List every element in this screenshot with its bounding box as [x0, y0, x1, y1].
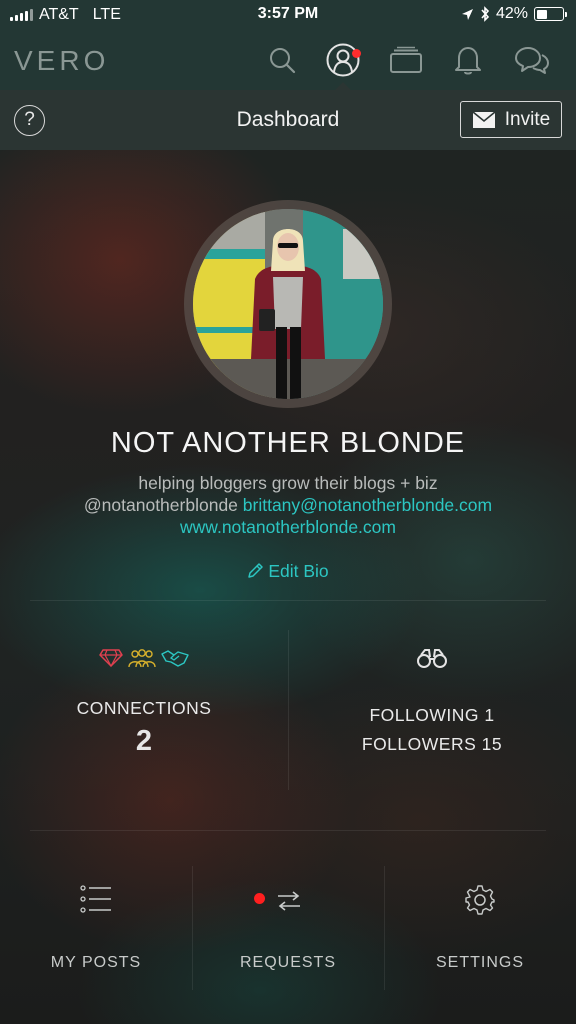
following-row[interactable]: FOLLOWING 1 [288, 705, 576, 726]
connections-label: CONNECTIONS [76, 698, 212, 718]
battery-icon [534, 7, 567, 21]
bell-icon[interactable] [448, 40, 488, 80]
follow-panel[interactable]: FOLLOWING 1 FOLLOWERS 15 [288, 640, 576, 790]
dashboard-header: ? Dashboard Invite [0, 90, 576, 150]
followers-count: 15 [481, 734, 503, 754]
group-icon [128, 649, 156, 668]
edit-bio-label: Edit Bio [268, 561, 329, 581]
avatar[interactable] [193, 209, 383, 399]
connections-panel[interactable]: CONNECTIONS 2 [0, 640, 288, 790]
binoculars-icon [417, 649, 447, 668]
status-bar: AT&T LTE 3:57 PM 42% [0, 0, 576, 30]
edit-bio-button[interactable]: Edit Bio [0, 561, 576, 582]
requests-label: REQUESTS [239, 954, 336, 971]
my-posts-label: MY POSTS [50, 954, 142, 971]
help-button[interactable]: ? [14, 105, 45, 136]
bio-text: helping bloggers grow their blogs + biz [138, 473, 438, 493]
pencil-icon [248, 563, 264, 578]
profile-bio-block: helping bloggers grow their blogs + biz … [0, 472, 576, 538]
gear-icon [465, 885, 495, 915]
swap-arrows-icon [278, 891, 300, 911]
bluetooth-icon [481, 6, 490, 22]
connections-count: 2 [135, 725, 153, 757]
search-icon[interactable] [262, 40, 302, 80]
settings-button[interactable]: SETTINGS [384, 862, 576, 992]
email-link[interactable]: brittany@notanotherblonde.com [243, 495, 492, 515]
notification-dot [254, 893, 265, 904]
followers-row[interactable]: FOLLOWERS 15 [288, 734, 576, 755]
collections-icon[interactable] [386, 40, 426, 80]
divider [30, 830, 546, 831]
invite-label: Invite [504, 108, 551, 130]
followers-label: FOLLOWERS [361, 734, 477, 754]
settings-label: SETTINGS [435, 954, 524, 971]
website-link[interactable]: www.notanotherblonde.com [0, 516, 576, 538]
vero-logo[interactable]: VERO [14, 45, 109, 77]
invite-button[interactable]: Invite [460, 101, 562, 138]
chat-icon[interactable] [512, 40, 552, 80]
avatar-frame [184, 200, 392, 408]
profile-icon[interactable] [323, 40, 363, 80]
following-label: FOLLOWING [369, 705, 479, 725]
top-nav: VERO [0, 30, 576, 91]
following-count: 1 [484, 705, 495, 725]
profile-handle: @notanotherblonde [83, 495, 238, 515]
location-arrow-icon [461, 8, 473, 20]
envelope-icon [472, 110, 496, 128]
notification-dot [352, 49, 361, 58]
battery-percent: 42% [495, 5, 528, 22]
profile-name: NOT ANOTHER BLONDE [110, 427, 466, 459]
diamond-icon [99, 649, 123, 668]
list-icon [80, 885, 111, 913]
my-posts-button[interactable]: MY POSTS [0, 862, 192, 992]
divider [30, 600, 546, 601]
requests-button[interactable]: REQUESTS [192, 862, 384, 992]
handshake-icon [161, 650, 189, 667]
